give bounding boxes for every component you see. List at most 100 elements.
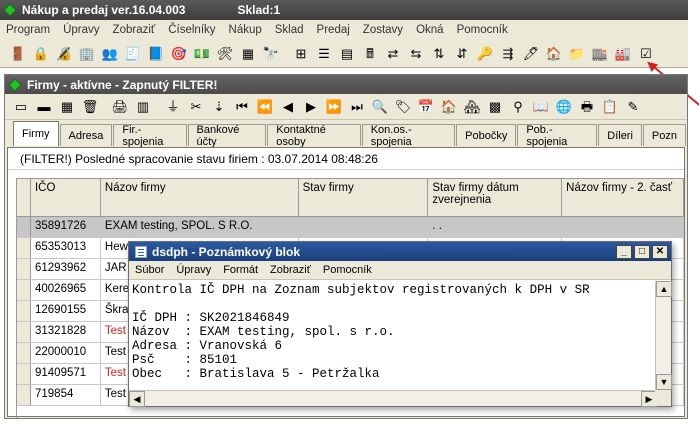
transfer-pd-icon[interactable]: ⇶ [498, 44, 518, 64]
next-record-icon[interactable]: ▶ [301, 97, 321, 117]
lock-icon[interactable]: 🔒 [31, 44, 51, 64]
menu-program[interactable]: Program [6, 24, 50, 36]
minimize-button[interactable]: _ [616, 244, 632, 259]
cell-ico[interactable]: 65353013 [31, 238, 101, 258]
tab-bankove-ucty[interactable]: Bankové účty [187, 124, 267, 148]
card-window-icon[interactable]: ▤ [337, 44, 357, 64]
home-red-icon[interactable]: 🏠 [439, 97, 459, 117]
row-indicator[interactable] [17, 364, 31, 384]
row-indicator[interactable] [17, 280, 31, 300]
tab-kon-os-spojenia[interactable]: Kon.os.-spojenia [361, 124, 456, 148]
binoculars-icon[interactable]: 🔭 [261, 44, 281, 64]
horizontal-scrollbar[interactable]: ◀ ▶ [129, 390, 657, 407]
list-window-icon[interactable]: ☰ [314, 44, 334, 64]
scroll-down-icon[interactable]: ▼ [656, 374, 672, 390]
row-indicator[interactable] [17, 238, 31, 258]
money-stack-icon[interactable]: 💵 [192, 44, 212, 64]
tab-pob-spojenia[interactable]: Pob.-spojenia [517, 124, 598, 148]
header-ico[interactable]: IČO [31, 179, 101, 216]
delete-record-icon[interactable]: 🗑 [80, 97, 100, 117]
sort-icon[interactable]: ⇣ [209, 97, 229, 117]
scroll-left-icon[interactable]: ◀ [129, 391, 145, 407]
menu-ciselniky[interactable]: Číselníky [168, 24, 215, 36]
printer-small-icon[interactable]: 🖶 [577, 97, 597, 117]
cell-ico[interactable]: 61293962 [31, 259, 101, 279]
cell-ico[interactable]: 40026965 [31, 280, 101, 300]
cash-register-icon[interactable]: 🧾 [123, 44, 143, 64]
tab-firmy[interactable]: Firmy [13, 121, 59, 146]
maximize-button[interactable]: □ [634, 244, 650, 259]
edit-note-icon[interactable]: ✎ [623, 97, 643, 117]
target-icon[interactable]: 🎯 [169, 44, 189, 64]
vertical-scrollbar[interactable]: ▲ ▼ [655, 281, 672, 390]
cell-nazov[interactable]: EXAM testing, SPOL. S R.O. [100, 217, 299, 237]
next-page-icon[interactable]: ⏩ [324, 97, 344, 117]
menu-predaj[interactable]: Predaj [317, 24, 350, 36]
new-record-icon[interactable]: ▭ [11, 97, 31, 117]
edit-record-icon[interactable]: ▬ [34, 97, 54, 117]
row-indicator[interactable] [17, 322, 31, 342]
tag-icon[interactable]: 🏷 [393, 97, 413, 117]
cell-stav[interactable] [298, 217, 429, 237]
tab-fir-spojenia[interactable]: Fir.-spojenia [113, 124, 187, 148]
book-open-icon[interactable]: 📖 [531, 97, 551, 117]
tab-poznamky[interactable]: Pozn [642, 124, 686, 146]
np-menu-zobrazit[interactable]: Zobraziť [270, 264, 311, 276]
tab-dileri[interactable]: Díleri [598, 124, 642, 146]
menu-zostavy[interactable]: Zostavy [363, 24, 403, 36]
header-stav-datum[interactable]: Stav firmy dátum zverejnenia [428, 179, 563, 216]
header-nazov-2-cast[interactable]: Názov firmy - 2. časť [562, 179, 684, 216]
transfer-vy-icon[interactable]: ⇆ [406, 44, 426, 64]
cell-nazov2[interactable] [562, 217, 684, 237]
filter-off-icon[interactable]: ✂ [186, 97, 206, 117]
cell-ico[interactable]: 35891726 [30, 217, 101, 237]
notepad-text-area[interactable]: Kontrola IČ DPH na Zoznam subjektov regi… [129, 281, 657, 390]
transfer-dl-icon[interactable]: ⇅ [429, 44, 449, 64]
grid-window-icon[interactable]: ⊞ [291, 44, 311, 64]
prev-page-icon[interactable]: ⏪ [255, 97, 275, 117]
np-menu-subor[interactable]: Súbor [135, 264, 164, 276]
tab-pobocky[interactable]: Pobočky [456, 124, 517, 146]
home-blue-icon[interactable]: 🏘 [462, 97, 482, 117]
find-icon[interactable]: 🔍 [370, 97, 390, 117]
filter-icon[interactable]: ⏚ [163, 97, 183, 117]
preview-icon[interactable]: ▥ [133, 97, 153, 117]
buildings-alt-icon[interactable]: 🏭 [613, 44, 633, 64]
row-indicator[interactable] [17, 343, 31, 363]
building-icon[interactable]: 🏢 [77, 44, 97, 64]
scroll-up-icon[interactable]: ▲ [656, 281, 672, 297]
row-indicator[interactable] [17, 385, 31, 405]
table-grid-icon[interactable]: ▦ [238, 44, 258, 64]
resize-grip[interactable] [655, 390, 671, 406]
cell-ico[interactable]: 31321828 [31, 322, 101, 342]
np-menu-pomocnik[interactable]: Pomocník [323, 264, 372, 276]
padlock-icon[interactable]: 🔏 [54, 44, 74, 64]
copy-record-icon[interactable]: ▦ [57, 97, 77, 117]
transfer-fa-icon[interactable]: ⇵ [452, 44, 472, 64]
book-icon[interactable]: 📘 [146, 44, 166, 64]
header-nazov-firmy[interactable]: Názov firmy [101, 179, 299, 216]
cell-datum[interactable]: . . [428, 217, 563, 237]
tab-adresa[interactable]: Adresa [59, 124, 113, 146]
row-indicator[interactable] [17, 301, 31, 321]
calendar-icon[interactable]: 📅 [416, 97, 436, 117]
last-record-icon[interactable]: ⏭ [347, 97, 367, 117]
menu-upravy[interactable]: Úpravy [63, 24, 99, 36]
menu-sklad[interactable]: Sklad [275, 24, 304, 36]
cell-ico[interactable]: 91409571 [31, 364, 101, 384]
close-button[interactable]: ✕ [652, 244, 668, 259]
house-settings-icon[interactable]: 🏠 [544, 44, 564, 64]
calculator-icon[interactable]: 🖩 [360, 44, 380, 64]
header-stav-firmy[interactable]: Stav firmy [299, 179, 429, 216]
users-icon[interactable]: 👥 [100, 44, 120, 64]
transfer-pr-icon[interactable]: ⇄ [383, 44, 403, 64]
pen-box-icon[interactable]: 🖊 [521, 44, 541, 64]
menu-pomocnik[interactable]: Pomocník [457, 24, 508, 36]
table-row[interactable]: 35891726 EXAM testing, SPOL. S R.O. . . [17, 217, 684, 238]
cell-ico[interactable]: 12690155 [31, 301, 101, 321]
menu-zobrazit[interactable]: Zobraziť [113, 24, 156, 36]
np-menu-upravy[interactable]: Úpravy [176, 264, 211, 276]
first-record-icon[interactable]: ⏮ [232, 97, 252, 117]
menu-okna[interactable]: Okná [416, 24, 444, 36]
buildings-icon[interactable]: 🏬 [590, 44, 610, 64]
